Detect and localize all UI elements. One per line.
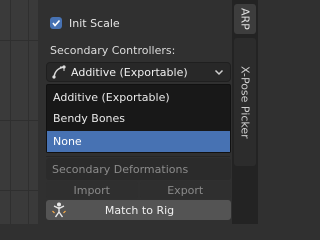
tab-xpose-picker[interactable]: X-Pose Picker <box>234 38 256 166</box>
dropdown-option-bendy-bones[interactable]: Bendy Bones <box>47 108 230 129</box>
armature-pose-icon <box>52 202 66 218</box>
dropdown-option-additive[interactable]: Additive (Exportable) <box>47 87 230 108</box>
dropdown-option-none[interactable]: None <box>47 131 230 152</box>
viewport-grid-line <box>0 190 38 191</box>
match-to-rig-button[interactable]: Match to Rig <box>46 200 231 220</box>
divider <box>46 156 230 157</box>
export-button[interactable]: Export <box>139 181 231 199</box>
checkmark-icon <box>52 19 61 27</box>
viewport-grid-line <box>0 40 38 41</box>
init-scale-checkbox[interactable] <box>50 17 62 29</box>
tab-arp[interactable]: ARP <box>234 4 256 34</box>
secondary-controllers-label: Secondary Controllers: <box>50 44 176 57</box>
viewport-grid-line <box>0 120 38 121</box>
secondary-deformations-header[interactable]: Secondary Deformations <box>46 158 231 180</box>
init-scale-row[interactable]: Init Scale <box>50 14 120 32</box>
init-scale-label: Init Scale <box>69 16 120 30</box>
sidebar-tabs: ARP X-Pose Picker <box>232 0 258 224</box>
import-export-row: Import Export <box>46 181 231 199</box>
bone-curve-icon <box>52 65 66 79</box>
match-to-rig-label: Match to Rig <box>104 203 175 217</box>
secondary-controllers-dropdown: Additive (Exportable) Bendy Bones None <box>46 84 231 153</box>
3d-viewport-edge[interactable] <box>0 0 38 224</box>
tab-xpose-picker-label: X-Pose Picker <box>238 65 252 139</box>
tab-arp-label: ARP <box>238 8 252 30</box>
properties-panel: Init Scale Secondary Controllers: Additi… <box>38 0 232 224</box>
select-value: Additive (Exportable) <box>71 65 188 79</box>
chevron-down-icon <box>214 69 224 76</box>
secondary-controllers-select[interactable]: Additive (Exportable) <box>46 62 231 82</box>
import-button[interactable]: Import <box>46 181 138 199</box>
